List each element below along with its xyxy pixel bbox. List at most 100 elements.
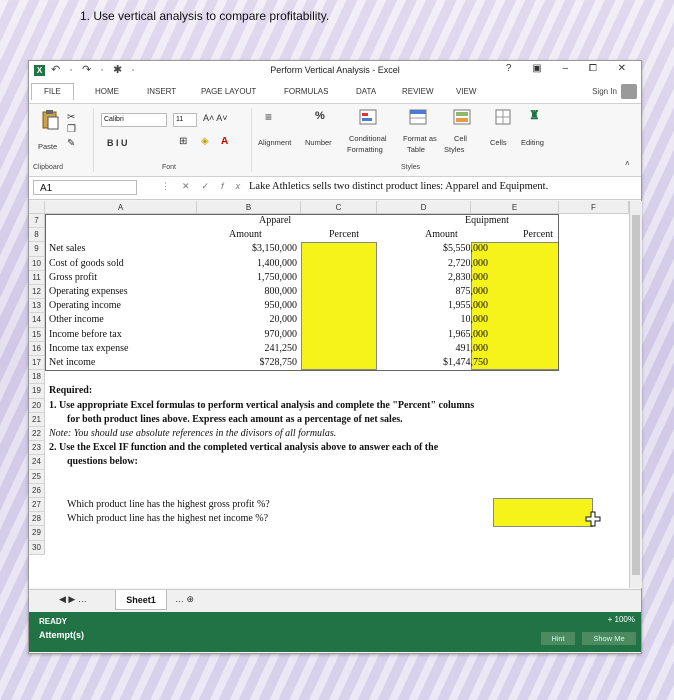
row-header[interactable]: 8 (29, 228, 45, 243)
column-header-a[interactable]: A (45, 201, 197, 214)
row-header[interactable]: 9 (29, 242, 45, 257)
cells-icon[interactable] (495, 109, 511, 128)
show-me-button[interactable]: Show Me (582, 632, 636, 645)
font-name-select[interactable]: Calibri (101, 113, 167, 127)
tab-data[interactable]: DATA (356, 87, 376, 96)
row-header[interactable]: 16 (29, 341, 45, 356)
row-header[interactable]: 27 (29, 498, 45, 513)
instruction-line: questions below: (67, 456, 138, 468)
row-header[interactable]: 12 (29, 285, 45, 300)
borders-icon[interactable]: ⊞ (179, 136, 187, 147)
row-header[interactable]: 7 (29, 214, 45, 229)
paste-button[interactable]: Paste (38, 142, 57, 151)
row-header[interactable]: 30 (29, 540, 45, 555)
column-header-b[interactable]: B (197, 201, 301, 214)
font-grow-shrink[interactable]: A˄ A˅ (203, 113, 228, 123)
vertical-scrollbar[interactable] (629, 201, 642, 588)
row-header[interactable]: 10 (29, 256, 45, 271)
cell-styles-sub[interactable]: Styles (444, 145, 464, 154)
row-header[interactable]: 23 (29, 441, 45, 456)
conditional-formatting-icon[interactable] (359, 109, 377, 128)
number-button[interactable]: Number (305, 138, 332, 147)
row-header[interactable]: 14 (29, 313, 45, 328)
row-header[interactable]: 11 (29, 270, 45, 285)
cut-icon[interactable]: ✂ (67, 112, 75, 123)
align-icon[interactable]: ≡ (265, 110, 272, 124)
column-header-e[interactable]: E (471, 201, 559, 214)
apparel-amount: 241,250 (264, 342, 298, 354)
cells-button[interactable]: Cells (490, 138, 507, 147)
format-as-table-button[interactable]: Format as (403, 134, 437, 143)
apparel-amount: 1,400,000 (257, 257, 297, 269)
column-header-c[interactable]: C (301, 201, 377, 214)
title-bar: X ↶ · ↷ · ✱ · Perform Vertical Analysis … (29, 61, 641, 81)
format-as-table-icon[interactable] (409, 109, 427, 128)
font-size-select[interactable]: 11 (173, 113, 197, 127)
cell-styles-icon[interactable] (453, 109, 471, 128)
formula-bar-icons[interactable]: ⋮✕✓fx (161, 181, 252, 192)
cell-styles-button[interactable]: Cell (454, 134, 467, 143)
formula-input[interactable]: Lake Athletics sells two distinct produc… (249, 181, 548, 192)
sign-in-link[interactable]: Sign In (592, 87, 617, 96)
line-label: Income before tax (49, 328, 122, 340)
conditional-formatting-button[interactable]: Conditional (349, 134, 387, 143)
sheet-nav-icon[interactable]: ◀ ▶ … (59, 594, 87, 605)
collapse-ribbon-icon[interactable]: ˄ (625, 159, 630, 168)
equipment-amount: 10,000 (460, 314, 489, 326)
tab-view[interactable]: VIEW (456, 87, 476, 96)
row-header[interactable]: 28 (29, 512, 45, 527)
row-header[interactable]: 20 (29, 398, 45, 413)
row-header[interactable]: 24 (29, 455, 45, 470)
tab-insert[interactable]: INSERT (147, 87, 176, 96)
tab-home[interactable]: HOME (95, 87, 119, 96)
row-header[interactable]: 15 (29, 327, 45, 342)
line-label: Net income (49, 357, 96, 368)
instruction-line: 1. Use appropriate Excel formulas to per… (49, 399, 475, 411)
row-header[interactable]: 17 (29, 356, 45, 371)
select-all-corner[interactable] (29, 201, 45, 214)
zoom-level[interactable]: + 100% (608, 615, 635, 624)
instruction-line: 2. Use the Excel IF function and the com… (49, 442, 439, 454)
equipment-amount: $5,550,000 (443, 243, 488, 255)
question-gross-profit: Which product line has the highest gross… (67, 499, 270, 510)
percent-icon[interactable]: % (315, 110, 325, 122)
apparel-amount: 20,000 (269, 314, 298, 326)
row-header[interactable]: 29 (29, 526, 45, 541)
paste-icon[interactable] (39, 108, 61, 130)
scroll-thumb[interactable] (632, 215, 640, 575)
window-controls[interactable]: ? ▣ – ⧠ ✕ (506, 63, 635, 74)
format-painter-icon[interactable]: ✎ (67, 138, 75, 149)
alignment-button[interactable]: Alignment (258, 138, 291, 147)
row-header[interactable]: 25 (29, 469, 45, 484)
instruction-line: for both product lines above. Express ea… (67, 413, 403, 425)
tab-formulas[interactable]: FORMULAS (284, 87, 328, 96)
user-avatar-icon[interactable] (621, 84, 637, 99)
format-as-table-sub[interactable]: Table (407, 145, 425, 154)
tab-file[interactable]: FILE (31, 83, 74, 100)
tab-page-layout[interactable]: PAGE LAYOUT (201, 87, 256, 96)
conditional-formatting-sub[interactable]: Formatting (347, 145, 383, 154)
tab-review[interactable]: REVIEW (402, 87, 434, 96)
name-box[interactable]: A1 (33, 180, 137, 195)
row-header[interactable]: 26 (29, 483, 45, 498)
row-header[interactable]: 19 (29, 384, 45, 399)
sheet-tab-sheet1[interactable]: Sheet1 (115, 590, 167, 610)
editing-button[interactable]: Editing (521, 138, 544, 147)
equipment-header: Equipment (465, 215, 509, 226)
column-header-d[interactable]: D (377, 201, 471, 214)
row-header[interactable]: 18 (29, 370, 45, 385)
row-header[interactable]: 13 (29, 299, 45, 314)
row-header[interactable]: 21 (29, 412, 45, 427)
hint-button[interactable]: Hint (541, 632, 575, 645)
copy-icon[interactable]: ❐ (67, 124, 76, 135)
bold-italic-underline[interactable]: B I U (107, 138, 128, 148)
font-color-icon[interactable]: A (221, 136, 228, 147)
equipment-amount: 2,830,000 (448, 271, 488, 283)
worksheet-grid[interactable]: A B C D E F 7 8 9 10 11 12 13 14 15 16 1… (29, 201, 629, 588)
column-header-f[interactable]: F (559, 201, 629, 214)
answer-input[interactable] (493, 498, 593, 527)
add-sheet-icon[interactable]: … ⊕ (175, 594, 194, 605)
row-header[interactable]: 22 (29, 427, 45, 442)
fill-color-icon[interactable]: ◈ (201, 136, 209, 147)
editing-icon[interactable]: ♜ (529, 108, 540, 122)
